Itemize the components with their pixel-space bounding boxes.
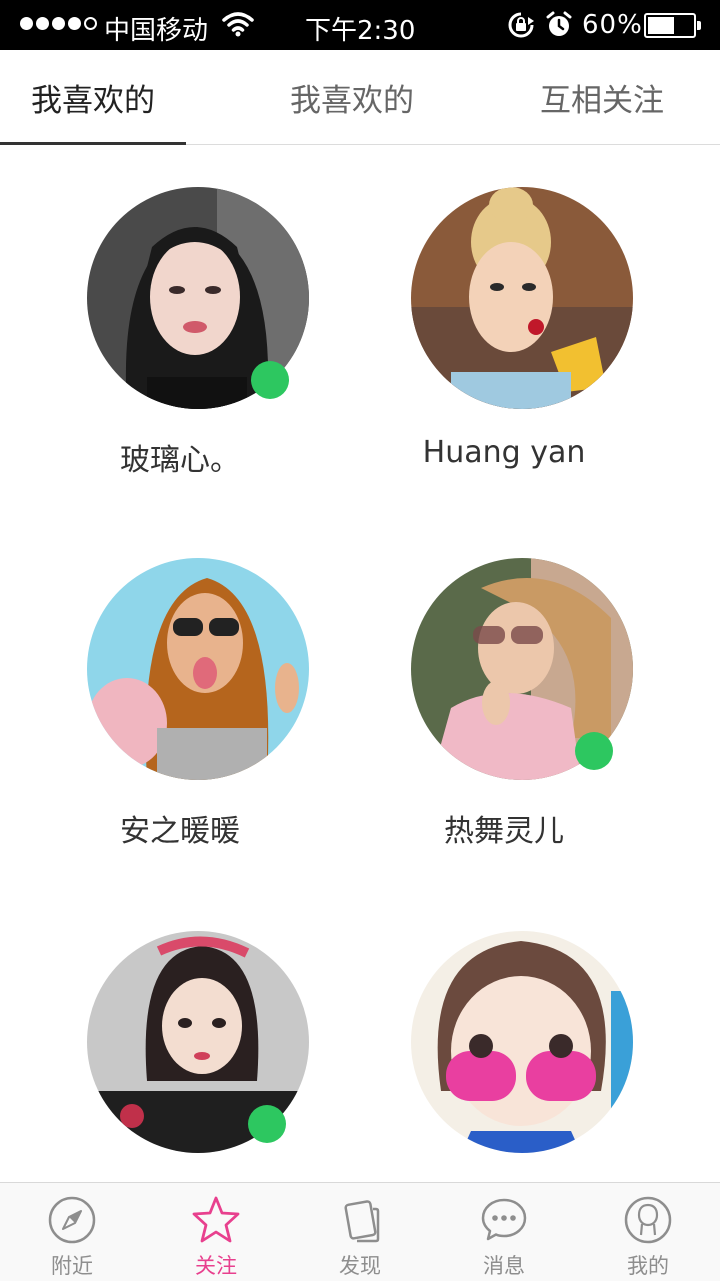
nav-item-me[interactable]: 我的: [576, 1183, 720, 1281]
compass-icon: [48, 1196, 96, 1244]
user-card[interactable]: 玻璃心。: [0, 187, 360, 559]
user-card[interactable]: 热舞灵儿: [324, 558, 684, 930]
alarm-icon: [546, 11, 572, 36]
avatar[interactable]: [411, 931, 633, 1153]
nav-item-messages[interactable]: 消息: [432, 1183, 576, 1281]
user-name: Huang yan: [422, 435, 586, 470]
nav-label: 关注: [195, 1254, 237, 1278]
person-icon: [624, 1196, 672, 1244]
nav-item-nearby[interactable]: 附近: [0, 1183, 144, 1281]
tab-my-likes[interactable]: 我喜欢的: [0, 50, 186, 145]
tab-bar: 我喜欢的 我喜欢的 互相关注: [0, 50, 720, 145]
wifi-icon: [222, 12, 254, 37]
bottom-navigation: 附近 关注 发现 消息 我的: [0, 1182, 720, 1281]
user-card[interactable]: 安之暖暖: [0, 558, 360, 930]
tab-liked-me[interactable]: 我喜欢的: [259, 50, 445, 145]
chat-bubble-icon: [481, 1198, 527, 1241]
nav-label: 附近: [51, 1254, 93, 1278]
star-icon: [192, 1196, 240, 1243]
online-status-dot: [251, 361, 289, 399]
online-status-dot: [575, 732, 613, 770]
nav-item-discover[interactable]: 发现: [288, 1183, 432, 1281]
user-name: 安之暖暖: [120, 814, 240, 849]
tab-mutual-follow[interactable]: 互相关注: [509, 50, 695, 145]
nav-label: 我的: [627, 1254, 669, 1278]
nav-label: 发现: [339, 1254, 381, 1278]
clock: 下午2:30: [305, 16, 416, 46]
nav-label: 消息: [483, 1254, 525, 1278]
active-tab-indicator: [0, 142, 186, 145]
user-name: 玻璃心。: [120, 443, 240, 478]
carrier-name: 中国移动: [104, 16, 209, 46]
online-status-dot: [248, 1105, 286, 1143]
status-bar: 中国移动 下午2:30 60%: [0, 0, 720, 50]
avatar[interactable]: [87, 558, 309, 780]
user-card[interactable]: Huang yan: [324, 187, 684, 559]
nav-item-follow[interactable]: 关注: [144, 1183, 288, 1281]
battery-icon: [644, 13, 701, 38]
rotation-lock-icon: [508, 12, 534, 38]
battery-percent: 60%: [582, 10, 643, 40]
avatar[interactable]: [411, 187, 633, 409]
user-name: 热舞灵儿: [444, 814, 564, 849]
signal-strength-icon: [20, 17, 97, 30]
cards-icon: [344, 1200, 380, 1243]
